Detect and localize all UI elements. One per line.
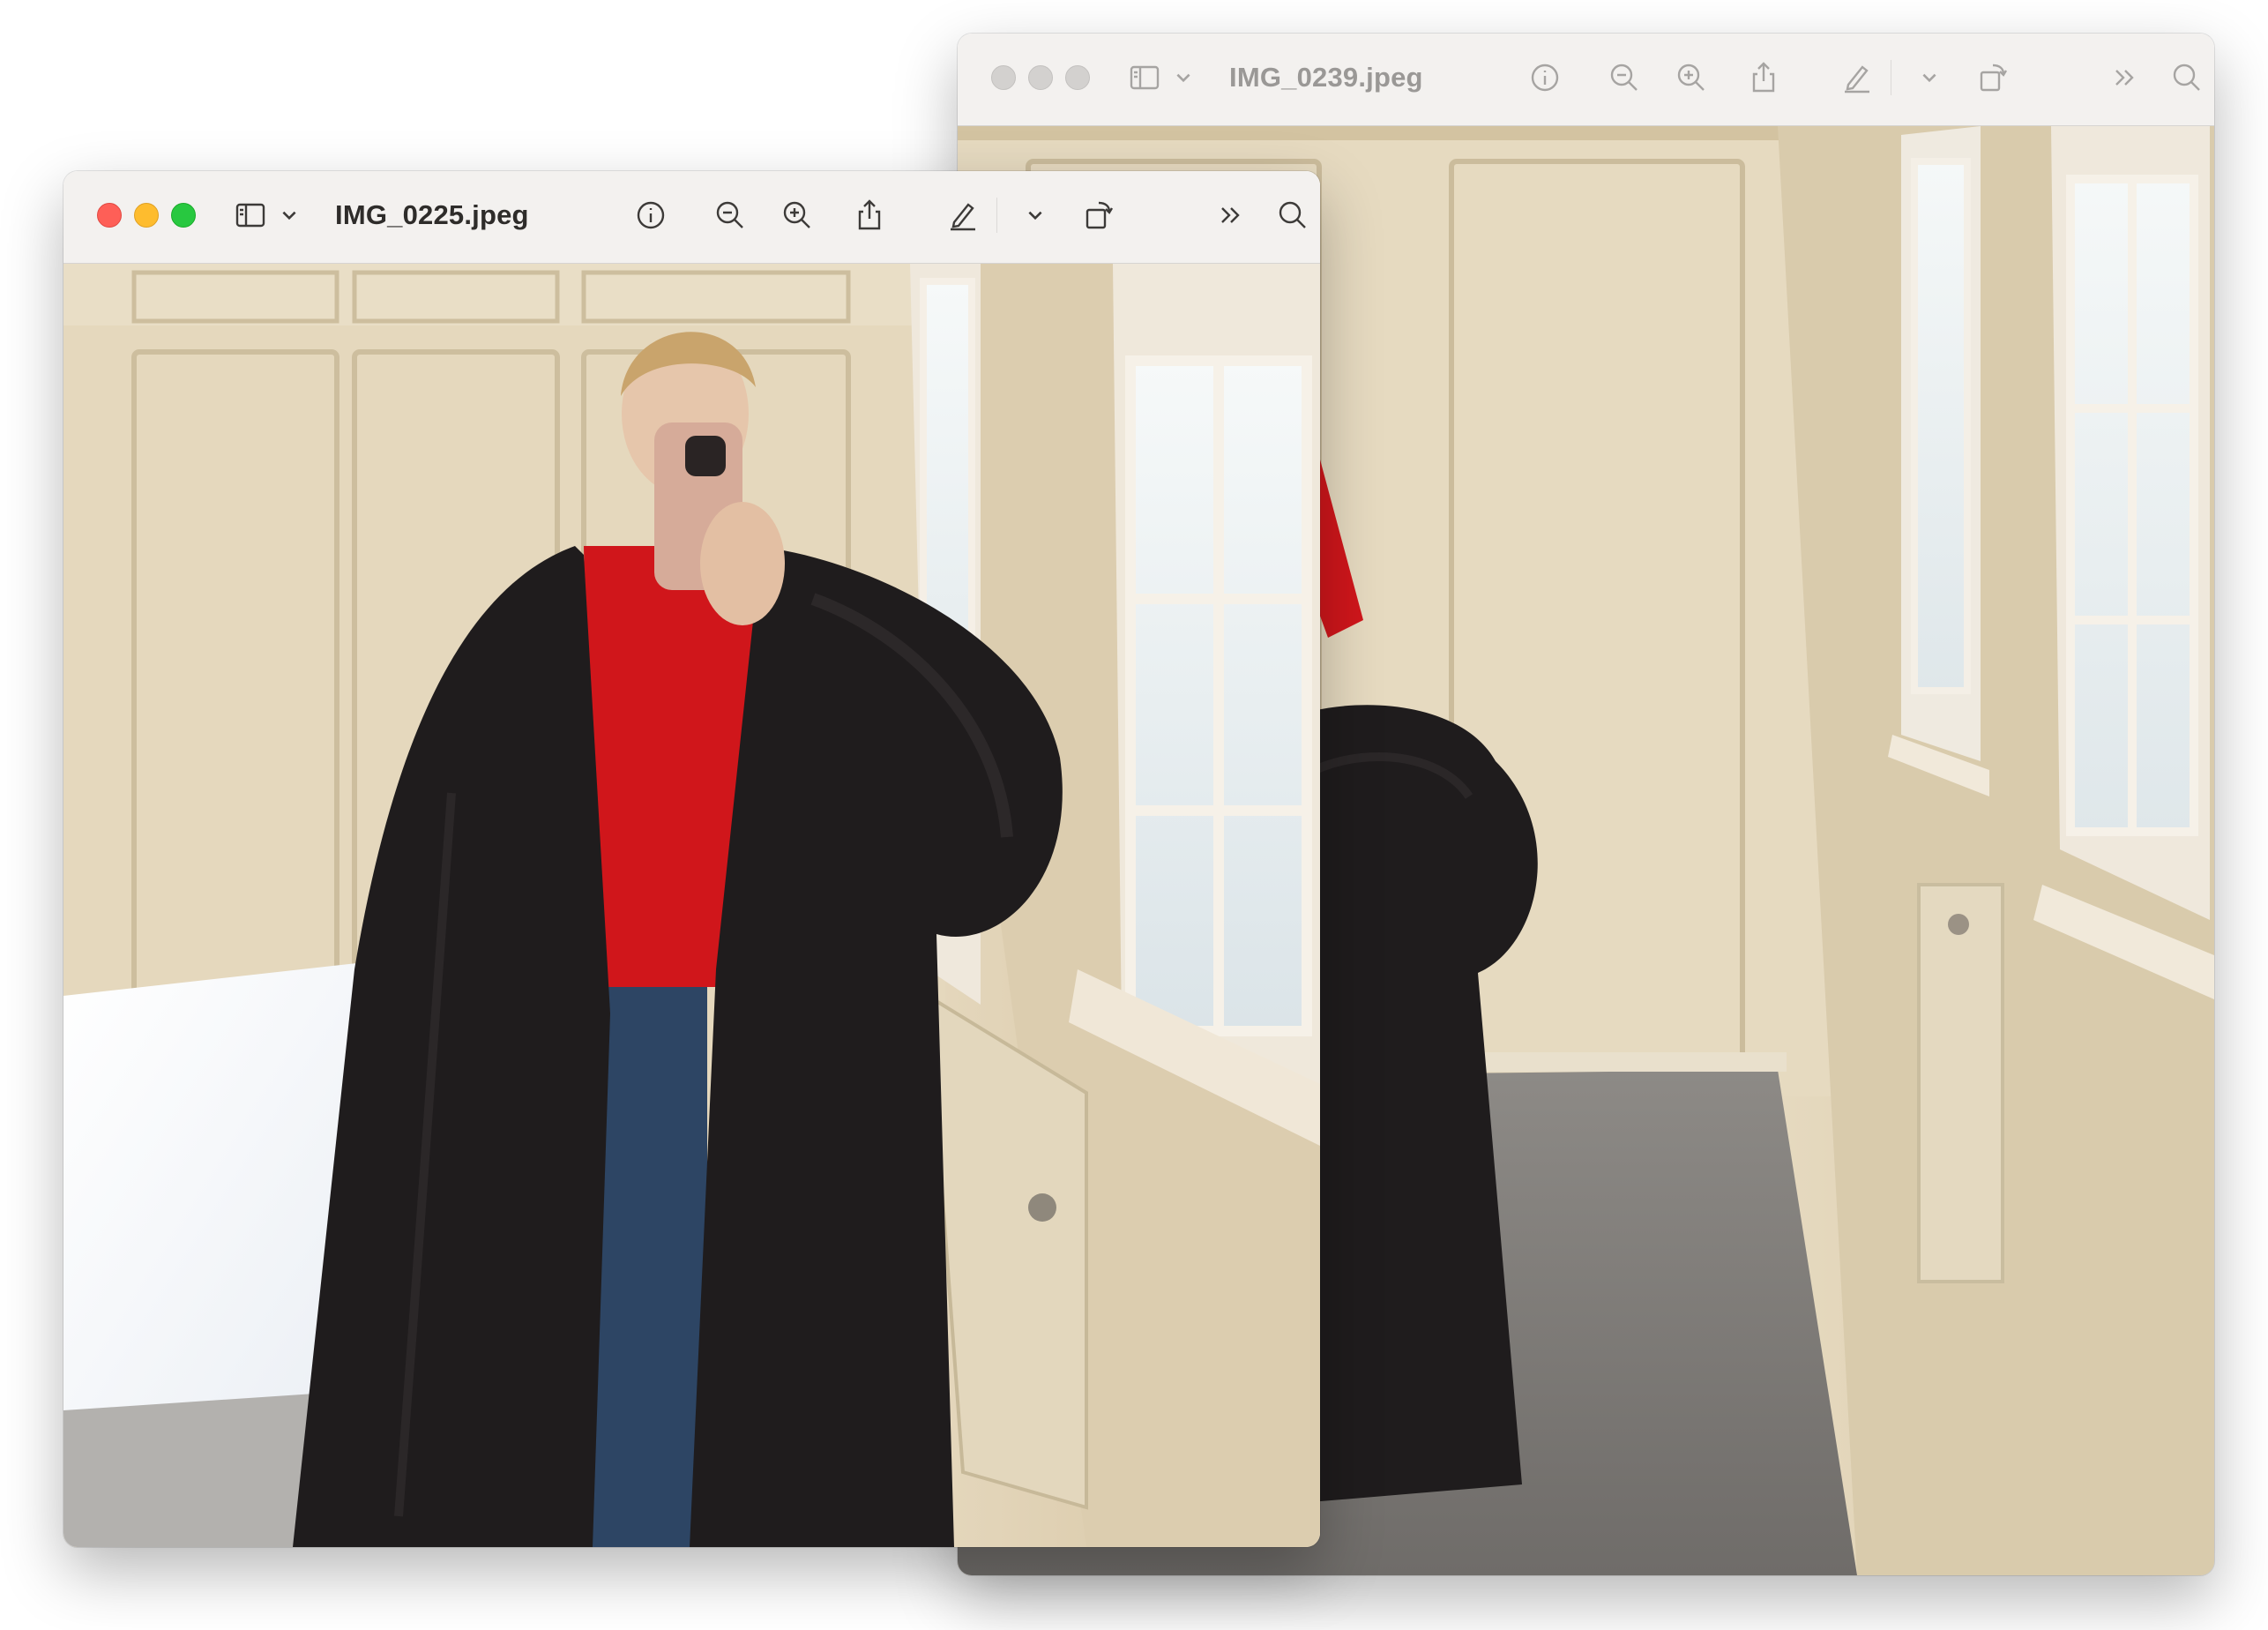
chevron-down-icon[interactable] xyxy=(1162,56,1205,99)
search-icon[interactable] xyxy=(1272,194,1314,236)
markup-chevron-icon[interactable] xyxy=(1014,194,1056,236)
minimize-button[interactable] xyxy=(134,203,159,228)
photo-coat-mirror-selfie[interactable] xyxy=(63,264,1320,1547)
rotate-icon[interactable] xyxy=(1078,194,1120,236)
window-title: IMG_0225.jpeg xyxy=(335,199,529,230)
share-icon[interactable] xyxy=(848,194,891,236)
window-title: IMG_0239.jpeg xyxy=(1229,62,1423,93)
info-icon[interactable] xyxy=(630,194,672,236)
toolbar-separator xyxy=(996,198,997,233)
desktop: IMG_0239.jpeg IMG_0225.jpeg xyxy=(0,0,2268,1630)
search-icon[interactable] xyxy=(2166,56,2208,99)
minimize-button[interactable] xyxy=(1028,65,1053,90)
markup-pen-icon[interactable] xyxy=(1836,56,1878,99)
share-icon[interactable] xyxy=(1742,56,1785,99)
chevron-down-icon[interactable] xyxy=(268,194,310,236)
zoom-button[interactable] xyxy=(171,203,196,228)
sidebar-toggle-icon[interactable] xyxy=(1123,56,1166,99)
window-titlebar[interactable]: IMG_0239.jpeg xyxy=(958,34,2214,126)
zoom-button[interactable] xyxy=(1065,65,1090,90)
info-icon[interactable] xyxy=(1524,56,1566,99)
zoom-out-icon[interactable] xyxy=(709,194,751,236)
window-titlebar[interactable]: IMG_0225.jpeg xyxy=(63,171,1320,264)
rotate-icon[interactable] xyxy=(1972,56,2014,99)
zoom-out-icon[interactable] xyxy=(1603,56,1645,99)
more-tools-icon[interactable] xyxy=(1210,194,1252,236)
preview-window-img-0225[interactable]: IMG_0225.jpeg xyxy=(63,171,1320,1547)
close-button[interactable] xyxy=(991,65,1016,90)
close-button[interactable] xyxy=(97,203,122,228)
more-tools-icon[interactable] xyxy=(2104,56,2146,99)
markup-chevron-icon[interactable] xyxy=(1908,56,1951,99)
markup-pen-icon[interactable] xyxy=(942,194,984,236)
zoom-in-icon[interactable] xyxy=(1670,56,1712,99)
sidebar-toggle-icon[interactable] xyxy=(229,194,272,236)
zoom-in-icon[interactable] xyxy=(776,194,818,236)
